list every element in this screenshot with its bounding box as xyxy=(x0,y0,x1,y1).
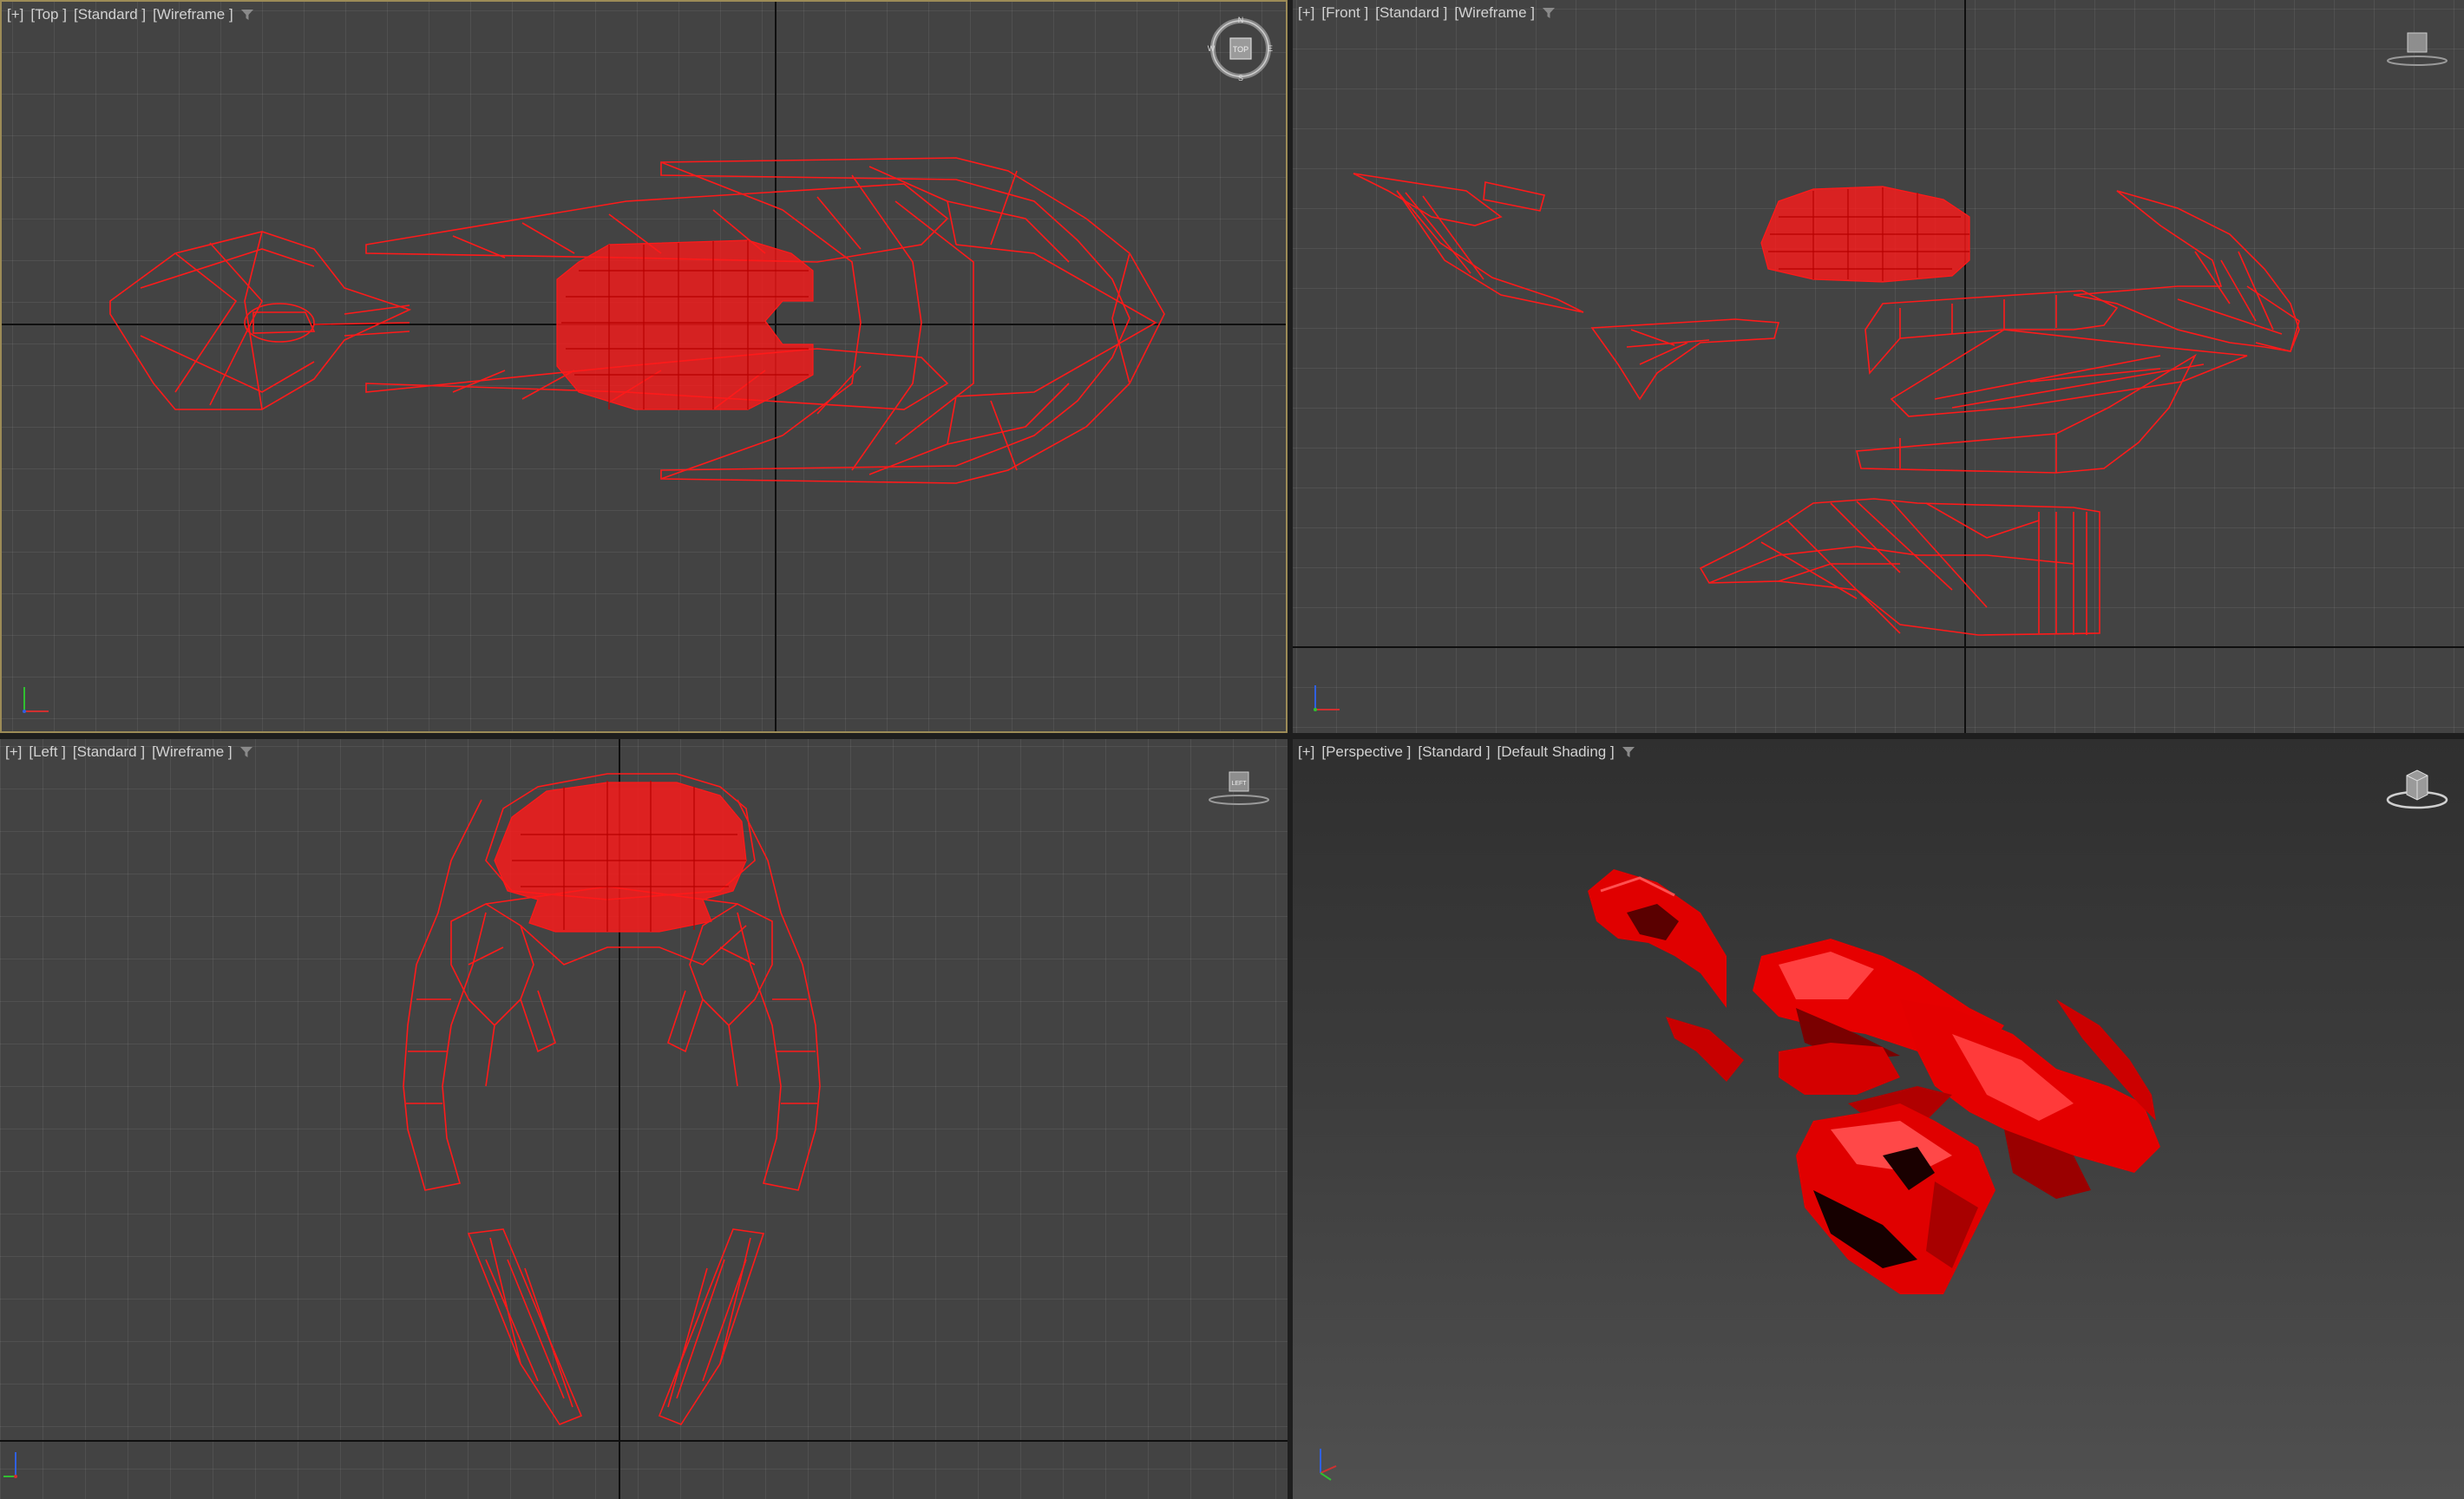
filter-icon[interactable] xyxy=(240,8,254,22)
viewcube-icon[interactable] xyxy=(2382,763,2452,815)
axis-tripod-icon xyxy=(1320,1449,1337,1481)
axis-tripod-icon xyxy=(3,1452,17,1478)
viewport-label-left: [+] [Left ] [Standard ] [Wireframe ] xyxy=(5,743,253,762)
viewport-pov-menu[interactable]: [Front ] xyxy=(1321,4,1368,22)
viewcube-face-label: LEFT xyxy=(1231,781,1247,787)
wireframe-model-front[interactable] xyxy=(1293,0,2464,733)
viewport-menu-plus[interactable]: [+] xyxy=(1298,4,1314,22)
compass-e: E xyxy=(1268,44,1273,53)
wireframe-model-left[interactable] xyxy=(0,739,1288,1499)
viewport-shading-menu[interactable]: [Wireframe ] xyxy=(152,743,233,761)
viewport-label-top: [+] [Top ] [Standard ] [Wireframe ] xyxy=(7,5,254,24)
viewport-label-front: [+] [Front ] [Standard ] [Wireframe ] xyxy=(1298,3,1556,23)
viewport-label-perspective: [+] [Perspective ] [Standard ] [Default … xyxy=(1298,743,1635,762)
viewport-shading-menu[interactable]: [Wireframe ] xyxy=(1454,4,1535,22)
filter-icon[interactable] xyxy=(1622,745,1635,759)
viewport-menu-plus[interactable]: [+] xyxy=(1298,743,1314,761)
viewport-menu-plus[interactable]: [+] xyxy=(7,6,23,23)
viewport-shading-menu[interactable]: [Default Shading ] xyxy=(1497,743,1615,761)
viewport-standard-menu[interactable]: [Standard ] xyxy=(1375,4,1447,22)
compass-n: N xyxy=(1238,16,1244,24)
viewport-layout: [+] [Top ] [Standard ] [Wireframe ] TOP … xyxy=(0,0,2464,1499)
filter-icon[interactable] xyxy=(1542,6,1556,20)
viewport-standard-menu[interactable]: [Standard ] xyxy=(1418,743,1490,761)
filter-icon[interactable] xyxy=(239,745,253,759)
viewcube-gizmo[interactable]: TOP N E S W xyxy=(1206,14,1275,83)
viewport-shading-menu[interactable]: [Wireframe ] xyxy=(153,6,233,23)
axis-tripod-icon xyxy=(23,687,49,713)
viewport-standard-menu[interactable]: [Standard ] xyxy=(73,743,145,761)
viewport-pov-menu[interactable]: [Perspective ] xyxy=(1321,743,1411,761)
viewport-perspective[interactable]: [+] [Perspective ] [Standard ] [Default … xyxy=(1293,739,2464,1499)
viewport-pov-menu[interactable]: [Left ] xyxy=(29,743,66,761)
wireframe-model-top[interactable] xyxy=(2,2,1286,731)
viewport-left[interactable]: [+] [Left ] [Standard ] [Wireframe ] LEF… xyxy=(0,739,1288,1499)
axis-tripod-icon xyxy=(1314,685,1340,711)
shaded-model-perspective[interactable] xyxy=(1293,739,2464,1499)
viewport-menu-plus[interactable]: [+] xyxy=(5,743,22,761)
viewport-standard-menu[interactable]: [Standard ] xyxy=(74,6,146,23)
viewcube-icon[interactable] xyxy=(2382,26,2452,69)
viewport-top[interactable]: [+] [Top ] [Standard ] [Wireframe ] TOP … xyxy=(0,0,1288,733)
viewcube-face-label: TOP xyxy=(1233,45,1248,54)
compass-s: S xyxy=(1238,74,1243,82)
viewport-front[interactable]: [+] [Front ] [Standard ] [Wireframe ] xyxy=(1293,0,2464,733)
viewport-pov-menu[interactable]: [Top ] xyxy=(30,6,67,23)
compass-w: W xyxy=(1208,44,1216,53)
viewcube-icon[interactable]: LEFT xyxy=(1204,765,1274,808)
